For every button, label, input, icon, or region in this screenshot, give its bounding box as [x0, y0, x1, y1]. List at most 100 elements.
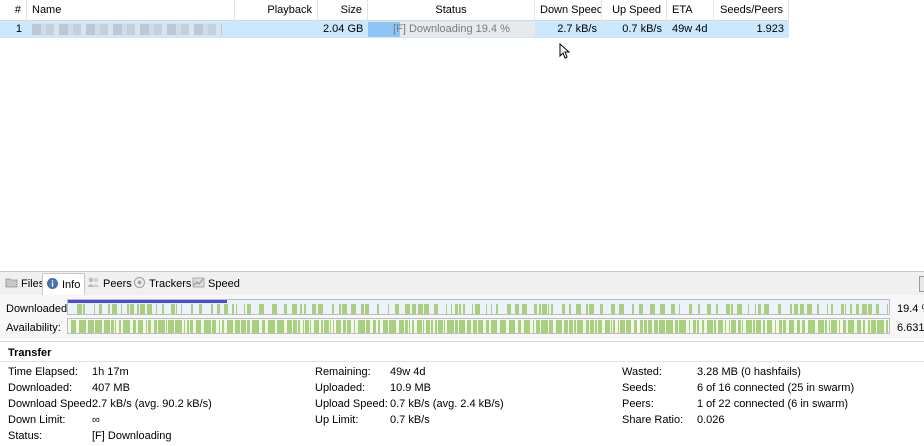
piece-segment [343, 320, 346, 333]
piece-segment [305, 320, 309, 333]
column-header-down-speed[interactable]: Down Speed [535, 0, 602, 21]
seeds-label: Seeds: [622, 382, 657, 394]
status-value: [F] Downloading [92, 430, 172, 442]
piece-segment [312, 304, 316, 314]
piece-segment [212, 320, 216, 333]
piece-segment [887, 304, 888, 314]
piece-segment [330, 320, 331, 333]
piece-segment [162, 304, 164, 314]
torrent-list-header: # Name Playback Size Status Down Speed U… [0, 0, 789, 21]
piece-segment [417, 320, 422, 333]
torrent-number: 1 [15, 23, 22, 35]
piece-segment [841, 304, 844, 314]
piece-segment [779, 320, 782, 333]
piece-segment [119, 320, 121, 333]
column-header-seeds-peers[interactable]: Seeds/Peers [714, 0, 789, 21]
piece-segment [742, 320, 743, 333]
tab-trackers[interactable]: Trackers [130, 275, 195, 295]
piece-segment [589, 304, 594, 314]
piece-segment [496, 304, 498, 314]
wasted-label: Wasted: [622, 366, 662, 378]
piece-segment [845, 304, 846, 314]
piece-segment [648, 320, 652, 333]
piece-segment [236, 304, 237, 314]
availability-pieces-bar [67, 318, 890, 334]
torrent-client-window: # Name Playback Size Status Down Speed U… [0, 0, 924, 446]
column-header-playback[interactable]: Playback [235, 0, 318, 21]
piece-segment [473, 320, 477, 333]
piece-segment [586, 320, 589, 333]
upload-speed-value: 0.7 kB/s (avg. 2.4 kB/s) [390, 398, 504, 410]
piece-segment [284, 304, 287, 314]
down-limit-value: ∞ [92, 414, 100, 426]
piece-segment [475, 304, 480, 314]
column-header-number[interactable]: # [0, 0, 27, 21]
panel-splitter-handle[interactable] [919, 276, 924, 292]
piece-segment [324, 320, 329, 333]
peers-label: Peers: [622, 398, 654, 410]
column-header-eta[interactable]: ETA [667, 0, 714, 21]
transfer-section: Transfer Time Elapsed: 1h 17m Downloaded… [0, 341, 924, 446]
uploaded-value: 10.9 MB [390, 382, 431, 394]
piece-segment [444, 320, 445, 333]
piece-segment [718, 320, 723, 333]
piece-segment [459, 320, 465, 333]
piece-segment [632, 304, 634, 314]
downloaded-pieces-graphic [77, 304, 888, 314]
piece-segment [158, 320, 165, 333]
piece-segment [332, 304, 334, 314]
mouse-cursor-icon [559, 43, 570, 59]
piece-segment [679, 320, 686, 333]
piece-segment [756, 320, 761, 333]
piece-segment [862, 304, 867, 314]
piece-segment [154, 320, 157, 333]
piece-segment [94, 304, 95, 314]
column-header-status[interactable]: Status [368, 0, 535, 21]
piece-segment [562, 304, 565, 314]
piece-segment [868, 304, 872, 314]
piece-segment [310, 320, 311, 333]
piece-segment [298, 320, 300, 333]
tab-speed[interactable]: Speed [189, 275, 244, 295]
piece-segment [618, 320, 619, 333]
piece-segment [418, 304, 423, 314]
piece-segment [166, 320, 167, 333]
piece-segment [702, 320, 704, 333]
piece-segment [389, 320, 396, 333]
piece-segment [507, 304, 511, 314]
piece-segment [817, 304, 819, 314]
column-header-name[interactable]: Name [27, 0, 235, 21]
piece-segment [778, 304, 781, 314]
piece-segment [758, 304, 761, 314]
download-speed-value: 2.7 kB/s (avg. 90.2 kB/s) [92, 398, 212, 410]
tab-info[interactable]: Info [42, 273, 86, 296]
column-header-size[interactable]: Size [318, 0, 368, 21]
piece-segment [783, 320, 786, 333]
piece-segment [361, 304, 364, 314]
piece-segment [767, 320, 772, 333]
piece-segment [707, 304, 711, 314]
tab-peers-label: Peers [103, 278, 132, 290]
column-header-up-speed[interactable]: Up Speed [602, 0, 667, 21]
piece-segment [405, 304, 410, 314]
piece-segment [196, 320, 201, 333]
piece-segment [534, 304, 537, 314]
piece-segment [148, 320, 151, 333]
folder-icon [5, 278, 18, 288]
torrent-row[interactable]: 1 2.04 GB [F] Downloading 19.4 % 2.7 kB/… [0, 21, 789, 38]
piece-segment [753, 320, 755, 333]
piece-segment [871, 320, 876, 333]
time-elapsed-value: 1h 17m [92, 366, 129, 378]
piece-segment [586, 304, 588, 314]
piece-segment [707, 320, 713, 333]
piece-segment [463, 304, 465, 314]
piece-segment [455, 320, 458, 333]
piece-segment [620, 320, 625, 333]
piece-segment [224, 304, 228, 314]
piece-segment [262, 320, 265, 333]
peers-value: 1 of 22 connected (6 in swarm) [697, 398, 849, 410]
piece-segment [219, 320, 220, 333]
tab-peers[interactable]: Peers [84, 275, 136, 295]
up-limit-label: Up Limit: [315, 414, 359, 426]
piece-segment [794, 304, 798, 314]
